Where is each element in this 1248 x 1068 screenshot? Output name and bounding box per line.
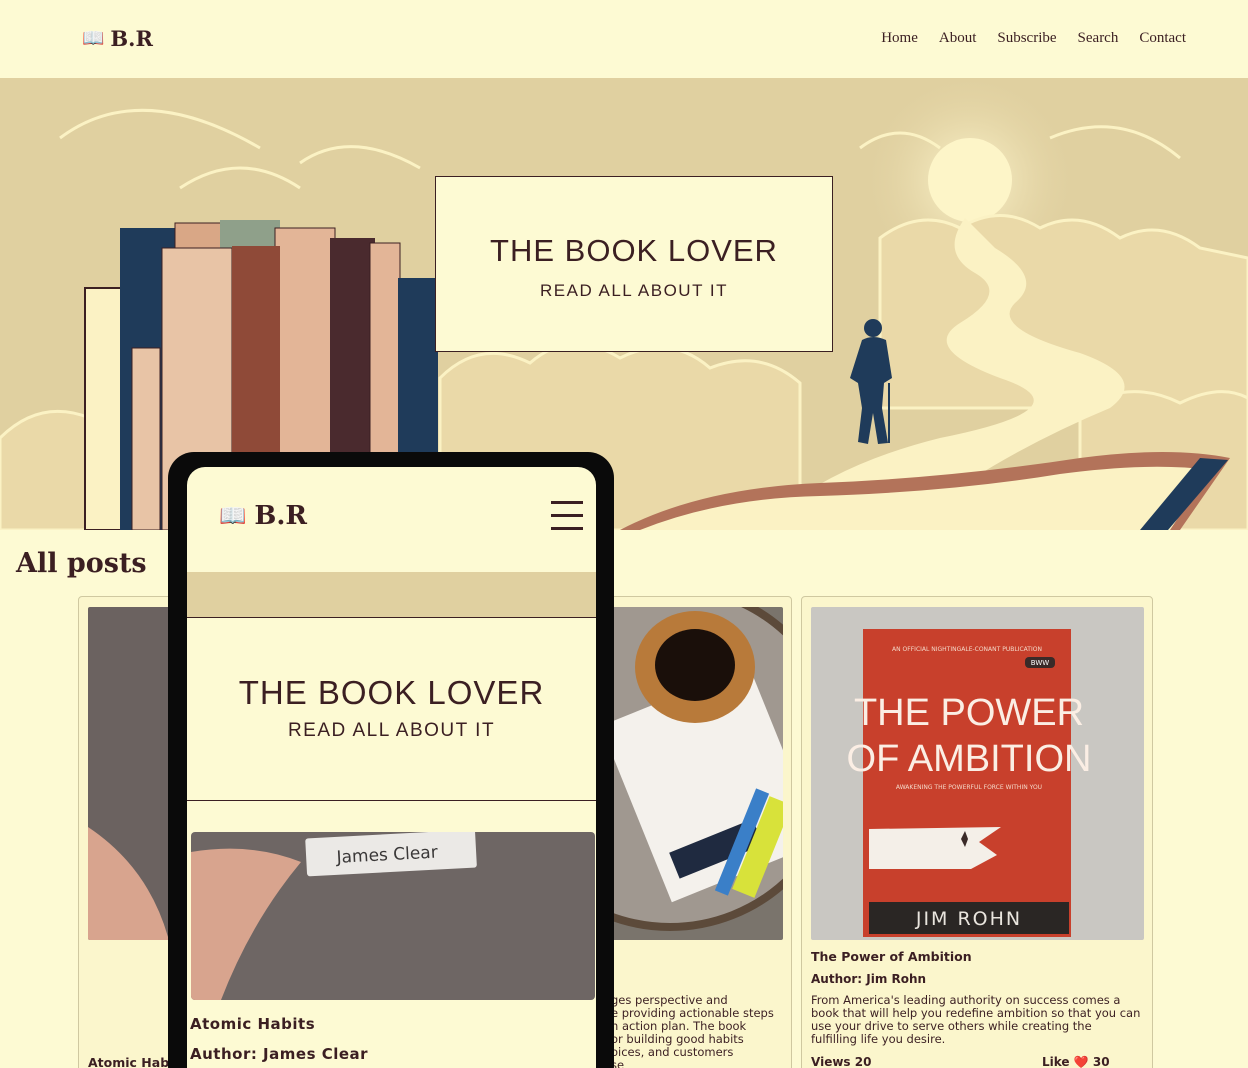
- nav-home[interactable]: Home: [881, 30, 918, 47]
- cover-publisher: AN OFFICIAL NIGHTINGALE-CONANT PUBLICATI…: [892, 646, 1042, 653]
- logo-text: B.R: [110, 26, 153, 51]
- mobile-screen: 📖 B.R THE BOOK LOVER READ ALL ABOUT IT J…: [187, 467, 596, 1068]
- mobile-post-author: Author: James Clear: [190, 1045, 369, 1063]
- post-card-power-of-ambition[interactable]: AN OFFICIAL NIGHTINGALE-CONANT PUBLICATI…: [801, 596, 1153, 1068]
- mobile-hero-subtitle: READ ALL ABOUT IT: [287, 720, 496, 741]
- cover-badge: BWW: [1031, 659, 1049, 667]
- cover-author: JIM ROHN: [915, 908, 1022, 930]
- hamburger-menu-icon[interactable]: [551, 501, 583, 533]
- like-label: Like: [1042, 1055, 1070, 1068]
- site-logo[interactable]: 📖 B.R: [82, 26, 153, 51]
- post-description: From America's leading authority on succ…: [811, 993, 1141, 1046]
- post-thumbnail[interactable]: AN OFFICIAL NIGHTINGALE-CONANT PUBLICATI…: [811, 607, 1144, 940]
- atomic-habits-photo: James Clear: [191, 832, 595, 1000]
- hero-title-card: THE BOOK LOVER READ ALL ABOUT IT: [435, 176, 833, 352]
- hero-title: THE BOOK LOVER: [490, 233, 778, 268]
- hero-subtitle: READ ALL ABOUT IT: [539, 281, 728, 300]
- open-book-icon: 📖: [219, 503, 247, 529]
- like-count: 30: [1092, 1055, 1110, 1068]
- cover-title-line2: OF AMBITION: [847, 738, 1092, 780]
- cover-title-line1: THE POWER: [854, 692, 1084, 734]
- mobile-hero-title: THE BOOK LOVER: [238, 674, 545, 711]
- mobile-device-mockup: 📖 B.R THE BOOK LOVER READ ALL ABOUT IT J…: [168, 452, 614, 1068]
- nav-about[interactable]: About: [939, 30, 977, 47]
- cover-tagline: AWAKENING THE POWERFUL FORCE WITHIN YOU: [896, 784, 1042, 791]
- post-author: Author: Jim Rohn: [811, 972, 927, 986]
- mobile-post-title[interactable]: Atomic Habits: [190, 1015, 315, 1033]
- mobile-site-logo[interactable]: 📖 B.R: [219, 501, 307, 531]
- nav-subscribe[interactable]: Subscribe: [997, 30, 1056, 47]
- main-nav: Home About Subscribe Search Contact: [881, 30, 1186, 47]
- nav-contact[interactable]: Contact: [1139, 30, 1186, 47]
- power-of-ambition-cover: AN OFFICIAL NIGHTINGALE-CONANT PUBLICATI…: [811, 607, 1144, 940]
- mobile-post-thumbnail[interactable]: James Clear: [191, 832, 595, 1000]
- mobile-hero-title-card: THE BOOK LOVER READ ALL ABOUT IT: [187, 617, 596, 801]
- all-posts-heading: All posts: [16, 548, 147, 579]
- post-title[interactable]: The Power of Ambition: [811, 949, 972, 964]
- post-views: Views 20: [811, 1055, 872, 1068]
- post-description-partial: ges perspective and e providing actionab…: [611, 993, 774, 1068]
- nav-search[interactable]: Search: [1078, 30, 1119, 47]
- top-navigation-bar: 📖 B.R Home About Subscribe Search Contac…: [0, 0, 1248, 78]
- mobile-logo-text: B.R: [254, 501, 308, 531]
- post-title[interactable]: Atomic Habi: [88, 1055, 173, 1068]
- open-book-icon: 📖: [82, 28, 105, 49]
- heart-icon: ❤️: [1073, 1055, 1089, 1068]
- like-button[interactable]: Like ❤️ 30: [1042, 1055, 1110, 1068]
